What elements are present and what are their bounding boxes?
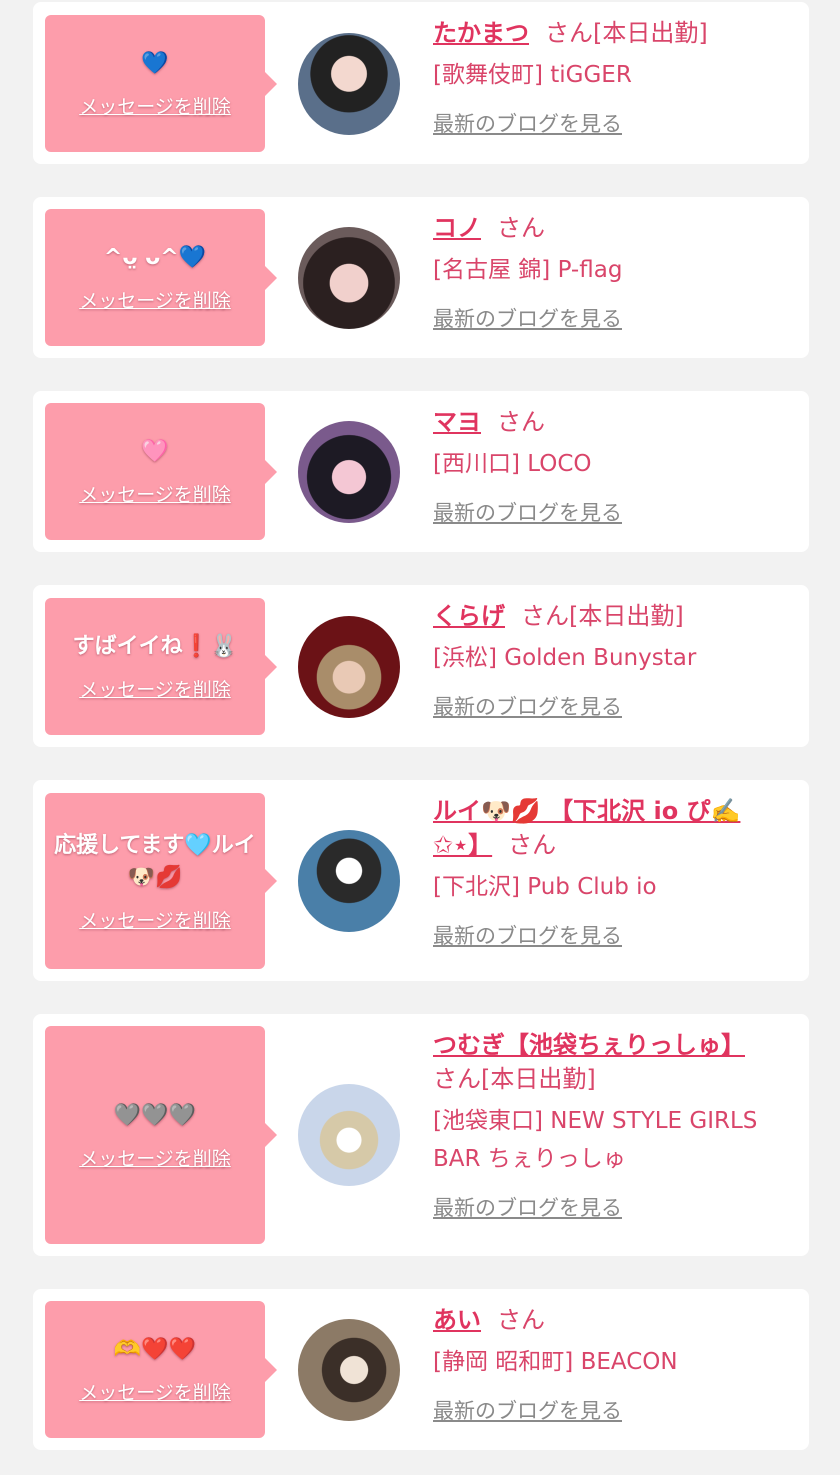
shop-label: [静岡 昭和町] BEACON	[433, 1349, 678, 1375]
san-label: さん	[497, 408, 545, 436]
user-name-link[interactable]: コノ	[433, 214, 481, 242]
shop-label: [浜松] Golden Bunystar	[433, 645, 697, 671]
shop-label: [池袋東口] NEW STYLE GIRLS BAR ちぇりっしゅ	[433, 1108, 758, 1172]
message-card: 🩶🩶🩶 メッセージを削除 つむぎ【池袋ちぇりっしゅ】 さん[本日出勤] [池袋東口…	[33, 1014, 809, 1256]
delete-message-button[interactable]: メッセージを削除	[79, 1144, 231, 1171]
shop-label: [名古屋 錦] P-flag	[433, 257, 623, 283]
user-name-link[interactable]: ルイ🐶💋 【下北沢 io ぴ✍️ ✩⋆】	[433, 797, 740, 859]
avatar[interactable]	[298, 33, 400, 135]
delete-message-button[interactable]: メッセージを削除	[79, 906, 231, 933]
blog-link[interactable]: 最新のブログを見る	[433, 1395, 622, 1425]
message-text: 🫶❤️❤️	[113, 1337, 197, 1362]
shop-label: [下北沢] Pub Club io	[433, 874, 657, 900]
delete-message-button[interactable]: メッセージを削除	[79, 675, 231, 702]
avatar[interactable]	[298, 1084, 400, 1186]
user-name-link[interactable]: たかまつ	[433, 19, 529, 47]
blog-link[interactable]: 最新のブログを見る	[433, 108, 622, 138]
message-bubble: 🫶❤️❤️ メッセージを削除	[45, 1301, 277, 1438]
message-text: 🩷	[141, 439, 169, 464]
blog-link[interactable]: 最新のブログを見る	[433, 303, 622, 333]
message-card: ^ᴗ̤ ᴗ^💙 メッセージを削除 コノ さん [名古屋 錦] P-flag 最新の…	[33, 197, 809, 358]
blog-link[interactable]: 最新のブログを見る	[433, 497, 622, 527]
avatar[interactable]	[298, 830, 400, 932]
shop-label: [歌舞伎町] tiGGER	[433, 62, 632, 88]
delete-message-button[interactable]: メッセージを削除	[79, 286, 231, 313]
blog-link[interactable]: 最新のブログを見る	[433, 691, 622, 721]
user-name-link[interactable]: つむぎ【池袋ちぇりっしゅ】	[433, 1031, 745, 1059]
delete-message-button[interactable]: メッセージを削除	[79, 480, 231, 507]
san-label: さん	[497, 1306, 545, 1334]
avatar[interactable]	[298, 1319, 400, 1421]
blog-link[interactable]: 最新のブログを見る	[433, 1192, 622, 1222]
blog-link[interactable]: 最新のブログを見る	[433, 920, 622, 950]
status-label: [本日出勤]	[481, 1065, 596, 1093]
message-bubble: 💙 メッセージを削除	[45, 15, 277, 152]
shop-label: [西川口] LOCO	[433, 451, 592, 477]
avatar[interactable]	[298, 616, 400, 718]
user-name-link[interactable]: マヨ	[433, 408, 481, 436]
san-label: さん	[521, 602, 569, 630]
san-label: さん	[508, 831, 557, 859]
message-bubble: すばイイね❗️🐰﻿﻿ メッセージを削除	[45, 598, 277, 735]
san-label: さん	[497, 214, 545, 242]
message-text: ^ᴗ̤ ᴗ^💙	[103, 245, 207, 270]
message-text: 応援してます🩵ルイ🐶💋	[54, 832, 256, 890]
message-card: 🫶❤️❤️ メッセージを削除 あい さん [静岡 昭和町] BEACON 最新のブ…	[33, 1289, 809, 1450]
message-bubble: ^ᴗ̤ ᴗ^💙 メッセージを削除	[45, 209, 277, 346]
message-card: 🩷 メッセージを削除 マヨ さん [西川口] LOCO 最新のブログを見る	[33, 391, 809, 552]
message-bubble: 🩶🩶🩶 メッセージを削除	[45, 1026, 277, 1244]
avatar[interactable]	[298, 227, 400, 329]
avatar[interactable]	[298, 421, 400, 523]
message-text: 🩶🩶🩶	[113, 1102, 197, 1128]
user-name-link[interactable]: くらげ	[433, 602, 505, 630]
message-text: 💙	[141, 51, 169, 76]
status-label: [本日出勤]	[593, 19, 708, 47]
status-label: [本日出勤]	[569, 602, 684, 630]
message-card: 💙 メッセージを削除 たかまつ さん[本日出勤] [歌舞伎町] tiGGER 最新…	[33, 2, 809, 164]
message-bubble: 🩷 メッセージを削除	[45, 403, 277, 540]
delete-message-button[interactable]: メッセージを削除	[79, 1378, 231, 1405]
message-card: 応援してます🩵ルイ🐶💋 メッセージを削除 ルイ🐶💋 【下北沢 io ぴ✍️ ✩⋆…	[33, 780, 809, 981]
san-label: さん	[545, 19, 593, 47]
message-text: すばイイね❗️🐰	[72, 634, 238, 659]
message-card: すばイイね❗️🐰﻿﻿ メッセージを削除 くらげ さん[本日出勤] [浜松] Gol…	[33, 585, 809, 747]
delete-message-button[interactable]: メッセージを削除	[79, 92, 231, 119]
message-bubble: 応援してます🩵ルイ🐶💋 メッセージを削除	[45, 793, 277, 969]
user-name-link[interactable]: あい	[433, 1306, 481, 1334]
san-label: さん	[433, 1065, 481, 1093]
